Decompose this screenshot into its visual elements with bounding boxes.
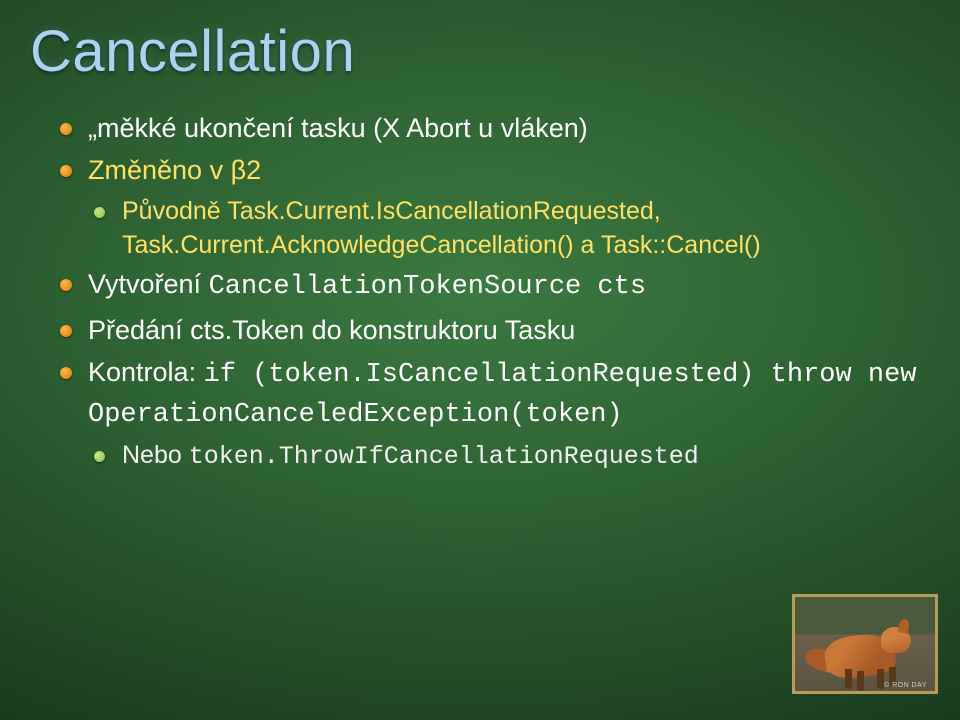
fox-leg-shape (877, 669, 884, 689)
slide-content: „měkké ukončení tasku (X Abort u vláken)… (60, 110, 920, 478)
bullet-item: Změněno v β2 (60, 152, 920, 188)
fox-leg-shape (845, 669, 852, 689)
code-text: token.ThrowIfCancellationRequested (189, 442, 699, 471)
bullet-item: Kontrola: if (token.IsCancellationReques… (60, 354, 920, 433)
bullet-item: Vytvoření CancellationTokenSource cts (60, 266, 920, 305)
bullet-text: Nebo (122, 441, 189, 469)
fox-ear-shape (898, 618, 911, 634)
fox-image: © RON DAY (792, 594, 938, 694)
bullet-item: Předání cts.Token do konstruktoru Tasku (60, 312, 920, 348)
fox-leg-shape (857, 671, 864, 691)
image-credit: © RON DAY (884, 682, 927, 689)
bullet-text: Kontrola: (88, 357, 204, 387)
bullet-text: Vytvoření (88, 269, 209, 299)
bullet-subitem: Nebo token.ThrowIfCancellationRequested (94, 439, 920, 474)
slide-title: Cancellation (30, 18, 355, 85)
bullet-item: „měkké ukončení tasku (X Abort u vláken) (60, 110, 920, 146)
code-text: if (token.IsCancellationRequested) throw… (88, 360, 917, 429)
bullet-subitem: Původně Task.Current.IsCancellationReque… (94, 195, 920, 263)
code-text: CancellationTokenSource cts (209, 272, 646, 302)
